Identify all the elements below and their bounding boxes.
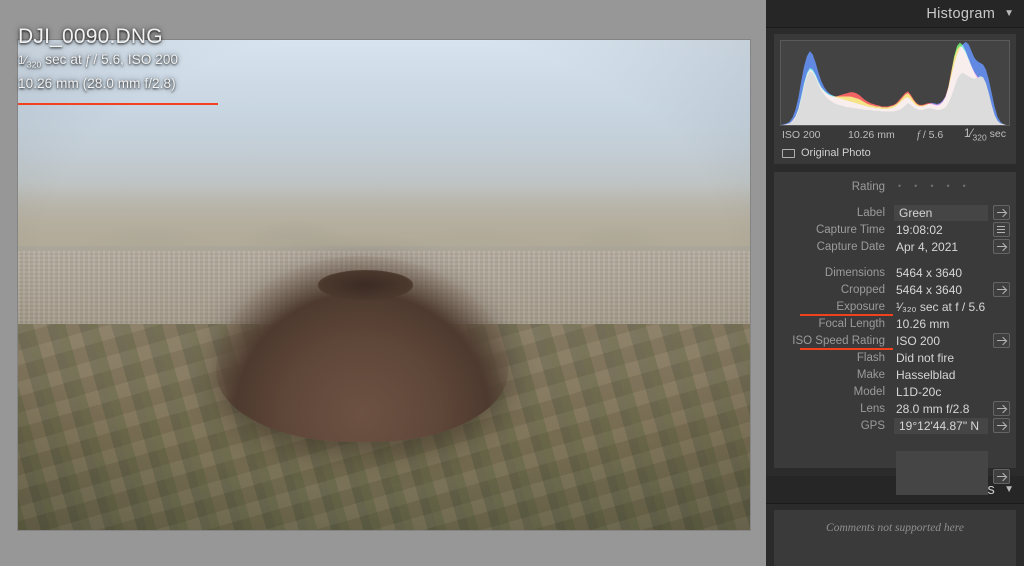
rating-stars[interactable]: • • • • • [894, 178, 966, 195]
metadata-row-dimensions[interactable]: Dimensions 5464 x 3640 [774, 264, 1016, 281]
rating-label: Rating [851, 180, 885, 193]
metadata-label: Cropped [840, 283, 885, 296]
metadata-goto-button[interactable] [993, 205, 1010, 220]
metadata-row-exposure[interactable]: Exposure ¹⁄₃₂₀ sec at f / 5.6 [774, 298, 1016, 316]
metadata-label: Model [853, 385, 885, 398]
rating-star-4[interactable]: • [946, 178, 949, 195]
metadata-row-gps[interactable]: GPS 19°12'44.87" N [774, 417, 1016, 434]
metadata-goto-button[interactable] [993, 222, 1010, 237]
chevron-down-icon[interactable]: ▼ [1004, 8, 1014, 19]
metadata-value: ¹⁄₃₂₀ sec at f / 5.6 [896, 299, 986, 314]
metadata-row-lens[interactable]: Lens 28.0 mm f/2.8 [774, 400, 1016, 417]
histogram-svg [781, 41, 1009, 125]
photo-viewer[interactable]: DJI_0090.DNG 1⁄320 sec at f / 5.6, ISO 2… [0, 0, 766, 566]
metadata-value: 10.26 mm [896, 316, 950, 331]
histogram-series-luminance [781, 71, 1009, 125]
lightroom-library-view: DJI_0090.DNG 1⁄320 sec at f / 5.6, ISO 2… [0, 0, 1024, 566]
metadata-label: Capture Date [816, 240, 885, 253]
metadata-value: Apr 4, 2021 [896, 239, 959, 254]
metadata-row-capture-time[interactable]: Capture Time 19:08:02 [774, 221, 1016, 238]
photo-image[interactable] [18, 40, 750, 530]
metadata-value: ISO 200 [896, 333, 941, 348]
metadata-label: Flash [856, 351, 885, 364]
metadata-label: ISO Speed Rating [792, 334, 885, 347]
metadata-value: 19:08:02 [896, 222, 943, 237]
histogram-panel-header[interactable]: Histogram ▼ [766, 0, 1024, 28]
histogram-aperture-value: / 5.6 [919, 128, 944, 141]
metadata-row-rating[interactable]: Rating • • • • • [774, 178, 1016, 195]
metadata-row-cropped[interactable]: Cropped 5464 x 3640 [774, 281, 1016, 298]
metadata-label: Make [856, 368, 885, 381]
metadata-row-iso-speed-rating[interactable]: ISO Speed Rating ISO 200 [774, 332, 1016, 350]
metadata-value[interactable]: 19°12'44.87" N [894, 417, 988, 434]
metadata-label: Dimensions [824, 266, 885, 279]
metadata-rows: Label Green Capture Time 19:08:02 Capture Da… [774, 204, 1016, 495]
original-photo-toggle[interactable]: Original Photo [780, 143, 1010, 163]
metadata-value: 28.0 mm f/2.8 [896, 401, 970, 416]
metadata-label: Focal Length [818, 317, 886, 330]
metadata-value: Did not fire [896, 350, 955, 365]
metadata-row-focal-length[interactable]: Focal Length 10.26 mm [774, 315, 1016, 332]
histogram-focal-label: 10.26 mm [848, 128, 895, 141]
histogram-aperture-label: f / 5.6 [917, 129, 943, 141]
rating-star-5[interactable]: • [963, 178, 966, 195]
metadata-goto-button[interactable] [993, 282, 1010, 297]
rating-star-2[interactable]: • [914, 178, 917, 195]
metadata-block: Rating • • • • • Label Green Capture Time 19:08… [774, 172, 1016, 495]
metadata-value: 5464 x 3640 [896, 282, 963, 297]
metadata-label: Capture Time [815, 223, 885, 236]
metadata-gap [774, 195, 1016, 204]
comments-empty-text: Comments not supported here [826, 522, 964, 534]
metadata-row-model[interactable]: Model L1D-20c [774, 383, 1016, 400]
original-photo-label: Original Photo [801, 147, 871, 159]
histogram-shutter-label: 1⁄320 sec [964, 126, 1006, 142]
histogram-axis-labels: ISO 200 10.26 mm f / 5.6 1⁄320 sec [780, 126, 1010, 143]
histogram-iso-label: ISO 200 [782, 128, 821, 141]
histogram-block: ISO 200 10.26 mm f / 5.6 1⁄320 sec Origi… [774, 34, 1016, 164]
overlay-red-underline [18, 103, 218, 105]
metadata-goto-button[interactable] [993, 239, 1010, 254]
metadata-label: Label [856, 206, 885, 219]
metadata-value[interactable]: Green [894, 204, 988, 221]
gps-map-field[interactable] [896, 451, 988, 495]
histogram-chart[interactable] [780, 40, 1010, 126]
metadata-row-label[interactable]: Label Green [774, 204, 1016, 221]
rating-star-1[interactable]: • [898, 178, 901, 195]
histogram-shutter-den: 320 [972, 132, 987, 143]
metadata-row-capture-date[interactable]: Capture Date Apr 4, 2021 [774, 238, 1016, 255]
histogram-title: Histogram [926, 5, 996, 22]
photo-vignette [18, 40, 750, 530]
metadata-value: Hasselblad [896, 367, 956, 382]
metadata-label: GPS [860, 419, 885, 432]
metadata-label: Exposure [836, 300, 885, 313]
chevron-down-icon-comments[interactable]: ▼ [1004, 484, 1014, 495]
metadata-goto-button[interactable] [993, 401, 1010, 416]
histogram-shutter-num: 1 [963, 126, 971, 141]
histogram-shutter-unit: sec [986, 128, 1006, 141]
right-panel-column: Histogram ▼ ISO 200 10.26 mm f / 5.6 1⁄3… [766, 0, 1024, 566]
comments-body[interactable]: Comments not supported here [774, 510, 1016, 566]
metadata-row-flash[interactable]: Flash Did not fire [774, 349, 1016, 366]
metadata-gap [774, 255, 1016, 264]
metadata-value: 5464 x 3640 [896, 265, 963, 280]
metadata-goto-button[interactable] [993, 418, 1010, 433]
metadata-label: Lens [860, 402, 885, 415]
original-photo-icon [782, 148, 795, 158]
metadata-goto-button[interactable] [993, 333, 1010, 348]
metadata-value: L1D-20c [896, 384, 942, 399]
rating-star-3[interactable]: • [930, 178, 933, 195]
histogram-shutter-fraction: 1⁄320 [963, 126, 987, 143]
gps-goto-button[interactable] [993, 469, 1010, 484]
metadata-row-make[interactable]: Make Hasselblad [774, 366, 1016, 383]
